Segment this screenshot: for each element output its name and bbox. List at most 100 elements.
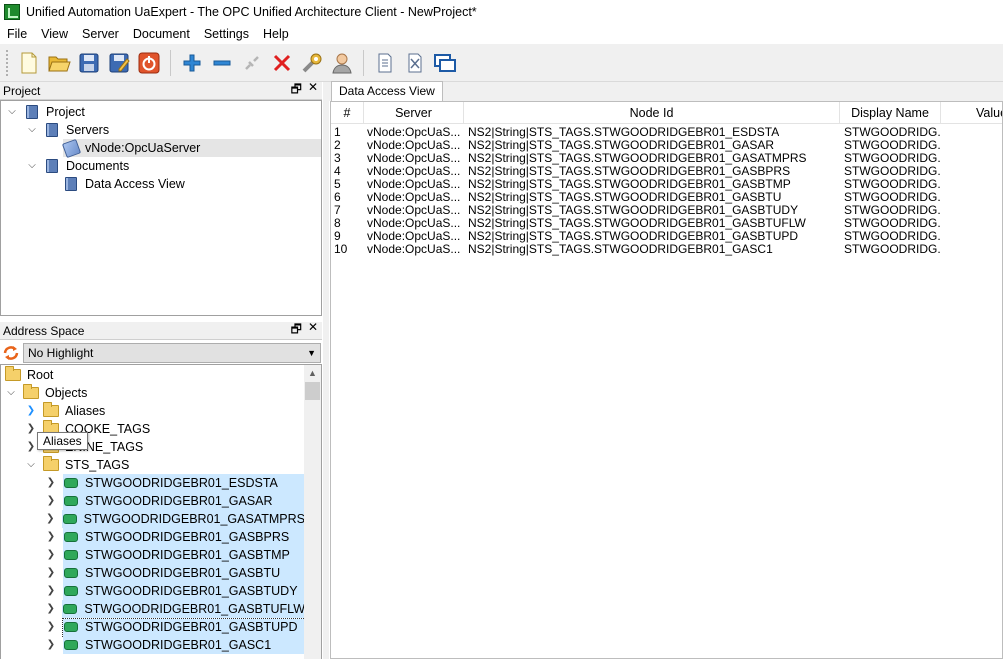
collapse-arrow-icon[interactable]: ❯ xyxy=(25,402,37,420)
collapse-arrow-icon[interactable]: ❯ xyxy=(45,474,57,492)
tree-item-tag[interactable]: ❯ STWGOODRIDGEBR01_GASBTUFLW xyxy=(45,600,305,618)
tree-item-tag[interactable]: ❯ STWGOODRIDGEBR01_GASBPRS xyxy=(45,528,305,546)
toolbar-separator xyxy=(170,49,171,76)
tree-item-data-access-view[interactable]: Data Access View xyxy=(63,175,185,193)
address-space-float-icon[interactable]: 🗗 xyxy=(291,320,302,341)
project-panel-title: Project xyxy=(3,83,41,98)
menu-bar: File View Server Document Settings Help xyxy=(0,24,1003,44)
toolbar-grip[interactable] xyxy=(6,49,10,76)
panel-splitter[interactable] xyxy=(323,82,329,659)
book-icon xyxy=(26,105,38,119)
highlight-select[interactable]: No Highlight ▼ xyxy=(23,343,321,363)
variable-tag-icon xyxy=(62,514,77,524)
address-space-panel-header: Address Space 🗗 ✕ xyxy=(0,320,322,341)
window-button[interactable] xyxy=(431,49,459,77)
add-server-button[interactable] xyxy=(178,49,206,77)
folder-icon xyxy=(5,366,21,381)
book-icon xyxy=(46,159,58,173)
tree-item-aliases[interactable]: ❯ Aliases xyxy=(25,402,105,420)
column-header-index[interactable]: # xyxy=(331,102,364,124)
save-as-button[interactable] xyxy=(105,49,133,77)
data-access-table: # Server Node Id Display Name Value 1 vN… xyxy=(330,101,1003,659)
collapse-arrow-icon[interactable]: ❯ xyxy=(45,510,56,528)
collapse-arrow-icon[interactable]: ❯ xyxy=(45,582,57,600)
open-project-button[interactable] xyxy=(45,49,73,77)
expand-arrow-icon[interactable]: ⌵ xyxy=(5,384,17,402)
address-space-tree: Root ⌵ Objects ❯ Aliases ❯ COOKE_TAGS ❯ … xyxy=(0,364,322,659)
refresh-button[interactable] xyxy=(2,345,20,361)
tree-item-server-node[interactable]: vNode:OpcUaServer xyxy=(61,138,321,158)
collapse-arrow-icon[interactable]: ❯ xyxy=(45,528,57,546)
remove-document-button[interactable] xyxy=(401,49,429,77)
remove-server-icon xyxy=(213,60,231,65)
highlight-select-value: No Highlight xyxy=(28,346,94,360)
tree-item-objects[interactable]: ⌵ Objects xyxy=(5,384,87,402)
quit-icon xyxy=(138,52,160,73)
expand-arrow-icon[interactable]: ⌵ xyxy=(6,103,18,121)
connect-icon xyxy=(245,55,259,70)
collapse-arrow-icon[interactable]: ❯ xyxy=(45,600,56,618)
connect-button[interactable] xyxy=(238,49,266,77)
collapse-arrow-icon[interactable]: ❯ xyxy=(45,618,57,636)
address-space-close-icon[interactable]: ✕ xyxy=(308,320,318,341)
collapse-arrow-icon[interactable]: ❯ xyxy=(45,564,57,582)
expand-arrow-icon[interactable]: ⌵ xyxy=(26,157,38,175)
tree-item-tag-focused[interactable]: ❯ STWGOODRIDGEBR01_GASBTUPD xyxy=(45,617,306,637)
project-panel-close-icon[interactable]: ✕ xyxy=(308,80,318,101)
folder-icon xyxy=(23,384,39,399)
menu-document[interactable]: Document xyxy=(126,24,197,44)
add-server-icon xyxy=(183,54,201,71)
tree-item-root[interactable]: Root xyxy=(5,366,53,384)
scrollbar-thumb[interactable] xyxy=(305,382,320,400)
tree-item-tag[interactable]: ❯ STWGOODRIDGEBR01_GASAR xyxy=(45,492,305,510)
book-icon xyxy=(46,123,58,137)
quit-button[interactable] xyxy=(135,49,163,77)
collapse-arrow-icon[interactable]: ❯ xyxy=(45,492,57,510)
collapse-arrow-icon[interactable]: ❯ xyxy=(45,636,57,654)
tree-item-tag[interactable]: ❯ STWGOODRIDGEBR01_GASBTU xyxy=(45,564,305,582)
expand-arrow-icon[interactable]: ⌵ xyxy=(26,121,38,139)
tree-item-tag[interactable]: ❯ STWGOODRIDGEBR01_ESDSTA xyxy=(45,474,305,492)
add-document-button[interactable] xyxy=(371,49,399,77)
tree-item-servers[interactable]: ⌵ Servers xyxy=(26,121,109,139)
project-panel-float-icon[interactable]: 🗗 xyxy=(291,80,302,101)
column-header-display-name[interactable]: Display Name xyxy=(840,102,941,124)
collapse-arrow-icon[interactable]: ❯ xyxy=(45,546,57,564)
save-project-icon xyxy=(79,53,99,72)
tree-item-project[interactable]: ⌵ Project xyxy=(6,103,85,121)
user-icon xyxy=(332,53,352,73)
title-bar: Unified Automation UaExpert - The OPC Un… xyxy=(0,0,1003,24)
book-icon xyxy=(65,177,77,191)
disconnect-button[interactable] xyxy=(268,49,296,77)
menu-settings[interactable]: Settings xyxy=(197,24,256,44)
add-document-icon xyxy=(378,53,392,72)
menu-server[interactable]: Server xyxy=(75,24,126,44)
tree-item-tag[interactable]: ❯ STWGOODRIDGEBR01_GASATMPRS xyxy=(45,510,305,528)
tree-item-tag[interactable]: ❯ STWGOODRIDGEBR01_GASBTUDY xyxy=(45,582,305,600)
tree-item-tag[interactable]: ❯ STWGOODRIDGEBR01_GASBTMP xyxy=(45,546,305,564)
menu-help[interactable]: Help xyxy=(256,24,296,44)
tab-data-access-view[interactable]: Data Access View xyxy=(331,81,443,101)
folder-icon xyxy=(43,402,59,417)
remove-server-button[interactable] xyxy=(208,49,236,77)
menu-view[interactable]: View xyxy=(34,24,75,44)
collapse-arrow-icon[interactable]: ❯ xyxy=(25,438,37,456)
open-project-icon xyxy=(48,56,71,71)
collapse-arrow-icon[interactable]: ❯ xyxy=(25,420,37,438)
user-button[interactable] xyxy=(328,49,356,77)
tree-item-tag[interactable]: ❯ STWGOODRIDGEBR01_GASC1 xyxy=(45,636,305,654)
save-project-button[interactable] xyxy=(75,49,103,77)
settings-button[interactable] xyxy=(298,49,326,77)
scroll-up-icon[interactable]: ▲ xyxy=(304,365,321,382)
column-header-node-id[interactable]: Node Id xyxy=(464,102,840,124)
expand-arrow-icon[interactable]: ⌵ xyxy=(25,456,37,474)
column-header-server[interactable]: Server xyxy=(364,102,464,124)
tooltip: Aliases xyxy=(37,432,88,450)
disconnect-icon xyxy=(273,54,291,71)
tree-item-sts-tags[interactable]: ⌵ STS_TAGS xyxy=(25,456,129,474)
column-header-value[interactable]: Value xyxy=(941,102,1002,124)
tree-item-documents[interactable]: ⌵ Documents xyxy=(26,157,129,175)
address-space-scrollbar[interactable]: ▲ xyxy=(304,365,321,659)
new-project-button[interactable] xyxy=(15,49,43,77)
menu-file[interactable]: File xyxy=(0,24,34,44)
